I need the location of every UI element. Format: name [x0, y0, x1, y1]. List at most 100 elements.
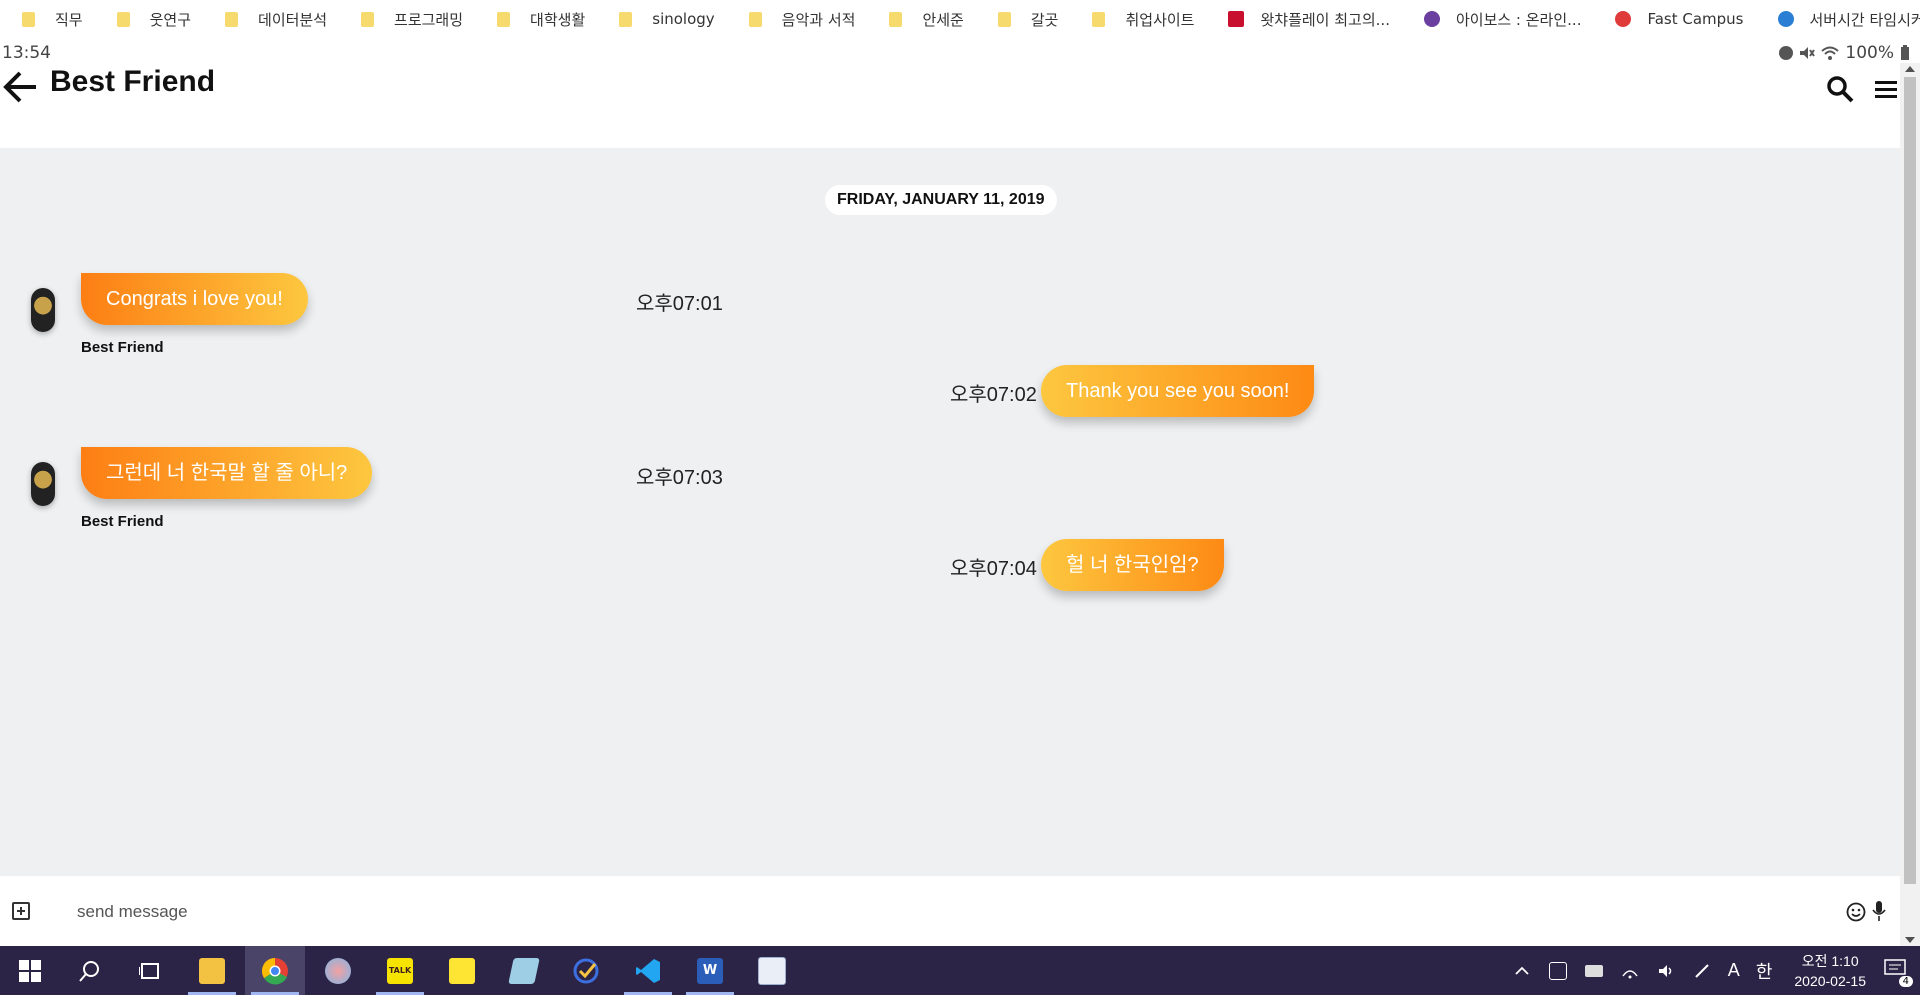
- chat-messages-area[interactable]: FRIDAY, JANUARY 11, 2019 Congrats i love…: [0, 148, 1900, 876]
- arrow-left-icon[interactable]: [2, 69, 38, 105]
- folder-icon: [619, 11, 633, 27]
- task-view-icon: [139, 962, 159, 979]
- bookmarks-bar: 직무 웃연구 데이터분석 프로그래밍 대학생활 sinology 음악과 서적 …: [0, 0, 1920, 38]
- message-input[interactable]: [75, 896, 1779, 928]
- taskbar-app-editor[interactable]: [742, 946, 802, 995]
- search-icon[interactable]: [1826, 75, 1854, 103]
- bookmark-folder[interactable]: 갈곳: [976, 0, 1071, 38]
- smiley-icon[interactable]: [1846, 902, 1866, 922]
- action-center-button[interactable]: 4: [1884, 958, 1913, 987]
- plus-square-icon[interactable]: [12, 902, 30, 920]
- chrome-icon: [261, 957, 288, 984]
- folder-icon: [116, 11, 130, 27]
- taskbar-app-chrome[interactable]: [245, 946, 305, 995]
- clock-time: 오전 1:10: [1801, 952, 1859, 969]
- timeseeker-icon: [1777, 11, 1794, 27]
- microphone-icon[interactable]: [1872, 900, 1886, 922]
- message-timestamp: 오후07:04: [950, 558, 1037, 580]
- file-explorer-icon: [199, 957, 225, 984]
- bookmark-folder[interactable]: 웃연구: [95, 0, 203, 38]
- bookmark-folder[interactable]: 음악과 서적: [727, 0, 868, 38]
- system-tray: A 한 오전 1:10 2020-02-15 4: [1504, 946, 1920, 995]
- message-timestamp: 오후07:01: [636, 293, 723, 315]
- sender-name: Best Friend: [81, 339, 164, 356]
- battery-icon: [1901, 45, 1909, 60]
- bookmark-folder[interactable]: 프로그래밍: [339, 0, 475, 38]
- folder-icon: [22, 11, 35, 27]
- taskbar-app-vscode[interactable]: [618, 946, 678, 995]
- bookmark-link[interactable]: Fast Campus: [1593, 0, 1755, 38]
- folder-icon: [361, 11, 375, 27]
- scroll-thumb[interactable]: [1904, 77, 1916, 884]
- bookmark-folder[interactable]: 대학생활: [475, 0, 597, 38]
- taskbar-app-sticky-notes[interactable]: [432, 946, 492, 995]
- paint-icon: [325, 957, 351, 984]
- bookmark-link[interactable]: 왓챠플레이 최고의...: [1206, 0, 1401, 38]
- start-button[interactable]: [0, 946, 60, 995]
- taskbar-app-word[interactable]: W: [680, 946, 740, 995]
- chat-header: Best Friend: [0, 63, 1900, 148]
- mute-icon: [1800, 47, 1816, 59]
- ime-mode-indicator[interactable]: A: [1728, 960, 1740, 981]
- notes-app-icon: [508, 957, 540, 984]
- clock-date: 2020-02-15: [1794, 972, 1866, 989]
- iboss-icon: [1423, 11, 1440, 27]
- message-bubble-outgoing[interactable]: 헐 너 한국인임?: [1041, 539, 1224, 591]
- alarm-icon: [1779, 46, 1794, 60]
- ime-language-indicator[interactable]: 한: [1756, 958, 1773, 984]
- message-bubble-outgoing[interactable]: Thank you see you soon!: [1041, 365, 1315, 417]
- taskbar-app-paint[interactable]: [308, 946, 368, 995]
- message-bubble-incoming[interactable]: Congrats i love you!: [81, 273, 308, 325]
- taskbar-clock[interactable]: 오전 1:10 2020-02-15: [1794, 951, 1866, 991]
- avatar[interactable]: [31, 462, 55, 506]
- taskbar-app-notes[interactable]: [494, 946, 554, 995]
- battery-tray-icon[interactable]: [1584, 964, 1603, 977]
- folder-icon: [997, 11, 1011, 27]
- bookmark-link[interactable]: 아이보스 : 온라인...: [1402, 0, 1594, 38]
- folder-icon: [889, 11, 903, 27]
- word-icon: W: [697, 957, 723, 984]
- bookmark-folder[interactable]: 데이터분석: [203, 0, 339, 38]
- bookmark-folder[interactable]: 취업사이트: [1070, 0, 1206, 38]
- display-icon[interactable]: [1548, 961, 1567, 980]
- editor-icon: [758, 956, 786, 985]
- hamburger-menu-icon[interactable]: [1875, 79, 1897, 101]
- avatar[interactable]: [31, 288, 55, 332]
- bookmark-link[interactable]: 서버시간 타임시커: [1756, 0, 1920, 38]
- folder-icon: [1092, 11, 1106, 27]
- sticky-notes-icon: [449, 957, 475, 984]
- message-bubble-incoming[interactable]: 그런데 너 한국말 할 줄 아니?: [81, 447, 373, 499]
- device-status-bar: 13:54 100%: [0, 43, 1920, 63]
- folder-icon: [225, 11, 239, 27]
- vscode-icon: [636, 958, 660, 983]
- scroll-down-arrow-icon[interactable]: [1905, 937, 1915, 943]
- wifi-icon: [1821, 46, 1840, 60]
- kakaotalk-icon: TALK: [387, 957, 413, 984]
- notification-count-badge: 4: [1898, 975, 1913, 987]
- sender-name: Best Friend: [81, 513, 164, 530]
- battery-level: 100%: [1845, 43, 1894, 63]
- taskbar-search-button[interactable]: [60, 946, 120, 995]
- task-view-button[interactable]: [120, 946, 180, 995]
- bookmark-folder[interactable]: sinology: [597, 0, 726, 38]
- taskbar-app-todo[interactable]: [556, 946, 616, 995]
- bookmark-folder[interactable]: 안세준: [867, 0, 975, 38]
- page-scrollbar[interactable]: [1900, 63, 1920, 946]
- search-icon: [79, 960, 99, 982]
- scroll-up-arrow-icon[interactable]: [1905, 66, 1915, 72]
- taskbar-app-file-explorer[interactable]: [182, 946, 242, 995]
- folder-icon: [497, 11, 511, 27]
- bookmark-folder[interactable]: 직무: [0, 0, 95, 38]
- status-time: 13:54: [2, 43, 51, 63]
- fastcampus-icon: [1615, 11, 1632, 27]
- status-icons: 100%: [1779, 43, 1910, 63]
- taskbar-app-kakaotalk[interactable]: TALK: [370, 946, 430, 995]
- windows-logo-icon: [19, 959, 41, 982]
- pen-icon[interactable]: [1693, 962, 1711, 980]
- volume-icon[interactable]: [1657, 962, 1675, 980]
- date-divider: FRIDAY, JANUARY 11, 2019: [825, 185, 1057, 215]
- chat-title: Best Friend: [50, 65, 216, 98]
- network-icon[interactable]: [1621, 962, 1639, 980]
- chevron-up-icon[interactable]: [1513, 962, 1531, 980]
- watcha-icon: [1228, 11, 1245, 27]
